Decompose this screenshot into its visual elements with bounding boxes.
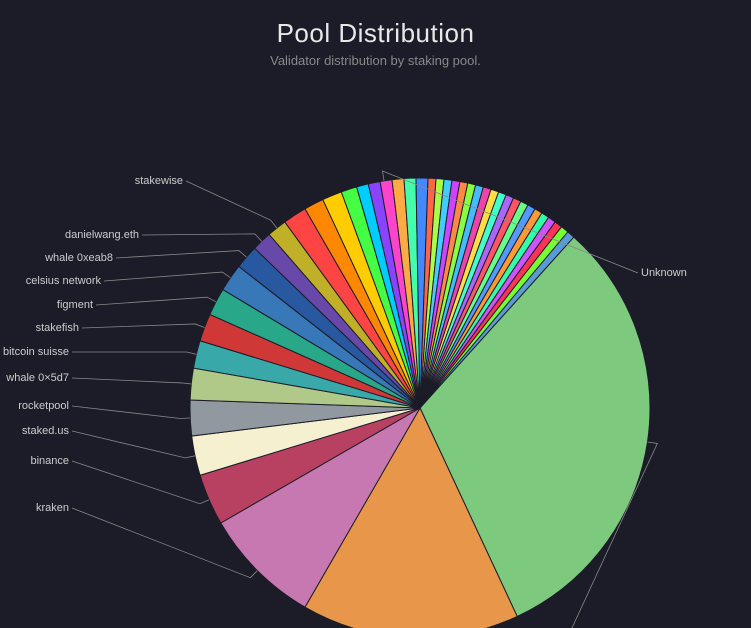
pie-label: staked.us xyxy=(22,425,70,437)
pie-label: binance xyxy=(30,455,69,467)
page-subtitle: Validator distribution by staking pool. xyxy=(0,53,751,68)
label-line xyxy=(72,352,196,354)
pie-label: celsius network xyxy=(26,275,102,287)
label-line xyxy=(72,378,191,384)
pie-label: figment xyxy=(57,299,93,311)
pie-label: danielwang.eth xyxy=(65,229,139,241)
pie-label: Unknown xyxy=(641,267,687,279)
label-line xyxy=(72,406,190,418)
pie-label: bitcoin suisse xyxy=(3,346,69,358)
label-line xyxy=(72,431,195,458)
pie-label: stakewise xyxy=(135,175,183,187)
title-area: Pool Distribution Validator distribution… xyxy=(0,0,751,68)
label-line xyxy=(186,181,277,228)
pie-label: whale 0xeab8 xyxy=(44,252,113,264)
label-line xyxy=(116,251,246,258)
label-line xyxy=(104,272,230,281)
pie-label: kraken xyxy=(36,502,69,514)
label-line xyxy=(72,461,209,504)
label-line xyxy=(142,234,262,241)
pie-chart-svg: Unknownlidocoinbasekrakenbinancestaked.u… xyxy=(0,68,751,628)
label-line xyxy=(96,297,216,305)
page-title: Pool Distribution xyxy=(0,18,751,49)
pie-label: whale 0×5d7 xyxy=(5,372,69,384)
label-line xyxy=(82,324,205,328)
pie-label: stakefish xyxy=(36,322,79,334)
page: Pool Distribution Validator distribution… xyxy=(0,0,751,628)
pie-label: rocketpool xyxy=(18,400,69,412)
chart-container: Unknownlidocoinbasekrakenbinancestaked.u… xyxy=(0,68,751,628)
